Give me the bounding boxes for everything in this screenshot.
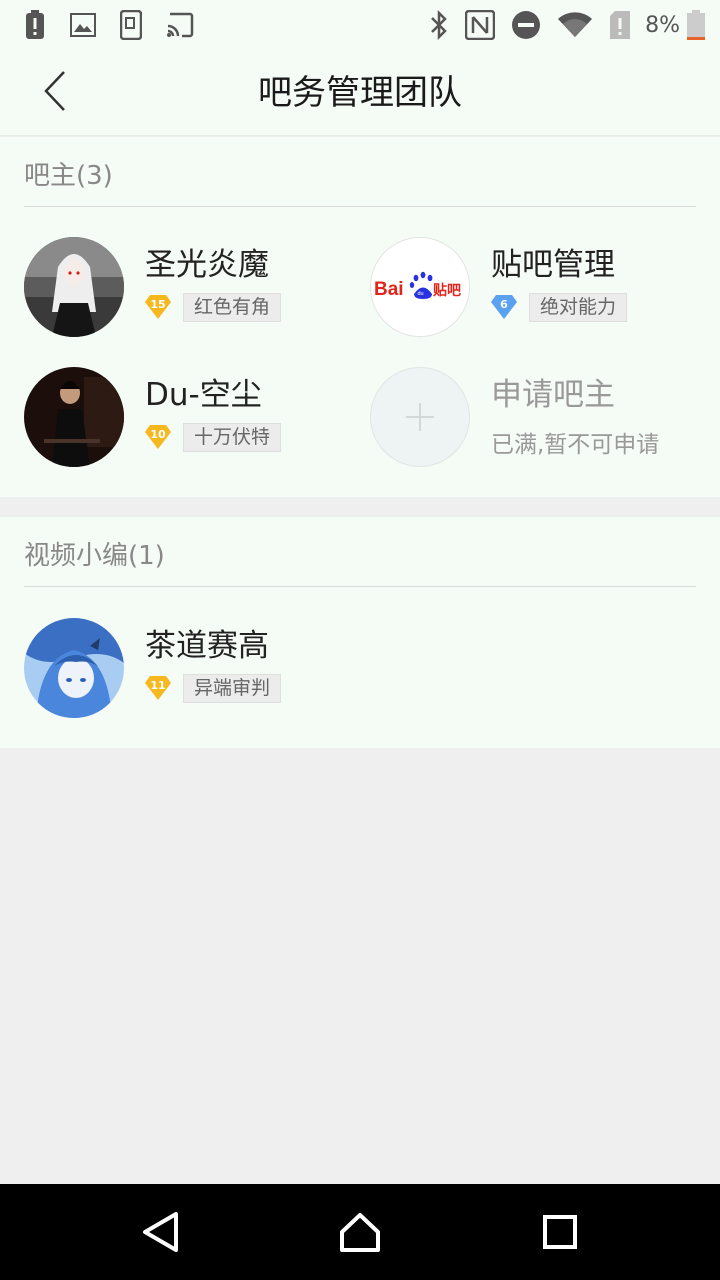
apply-owner-label[interactable]: 申请吧主 (491, 369, 615, 414)
avatar[interactable] (24, 618, 124, 718)
home-icon (338, 1210, 382, 1258)
member-title-tag: 绝对能力 (529, 293, 628, 322)
back-button[interactable] (30, 68, 80, 118)
level-badge: 11 (144, 674, 172, 702)
divider (24, 206, 696, 207)
member-name[interactable]: Du-空尘 (145, 369, 262, 414)
battery-percent: 8% (645, 12, 680, 38)
svg-text:Bai: Bai (374, 279, 404, 300)
member-item[interactable]: Bai du 贴吧 贴吧管理 6 绝对能力 (370, 237, 700, 337)
video-editors-heading: 视频小编(1) (24, 541, 165, 571)
cast-icon (166, 12, 194, 38)
wifi-icon (557, 11, 593, 39)
image-icon (70, 13, 96, 37)
avatar[interactable] (24, 237, 124, 337)
member-title-tag: 红色有角 (183, 293, 282, 322)
avatar[interactable]: Bai du 贴吧 (370, 237, 470, 337)
member-title-tag: 异端审判 (183, 674, 282, 703)
member-item[interactable]: 圣光炎魔 15 红色有角 (24, 237, 354, 337)
bluetooth-icon (429, 10, 449, 40)
svg-text:贴吧: 贴吧 (433, 282, 461, 299)
do-not-disturb-icon (511, 10, 541, 40)
chevron-left-icon (42, 70, 68, 116)
system-navigation-bar (0, 1184, 720, 1280)
baidu-tieba-logo: Bai du 贴吧 (371, 238, 469, 336)
apply-owner-item[interactable]: 申请吧主 已满,暂不可申请 (370, 367, 700, 467)
nav-home-button[interactable] (338, 1212, 382, 1256)
recents-icon (540, 1212, 580, 1256)
member-item[interactable]: Du-空尘 10 十万伏特 (24, 367, 354, 467)
level-number: 10 (150, 428, 166, 441)
member-name[interactable]: 茶道赛高 (145, 620, 269, 665)
plus-icon (371, 403, 469, 466)
back-triangle-icon (140, 1210, 180, 1258)
member-name[interactable]: 贴吧管理 (491, 239, 615, 284)
sim-alert-icon (609, 10, 631, 40)
video-editors-section: 视频小编(1) 茶道赛高 11 异端审判 (0, 517, 720, 748)
level-badge: 10 (144, 423, 172, 451)
battery-icon (686, 10, 706, 40)
member-name[interactable]: 圣光炎魔 (145, 239, 269, 284)
svg-text:du: du (418, 291, 424, 297)
page-title: 吧务管理团队 (258, 73, 462, 113)
nav-recents-button[interactable] (538, 1212, 582, 1256)
member-title-tag: 十万伏特 (183, 423, 282, 452)
battery-alert-icon (24, 10, 46, 40)
apply-owner-button[interactable] (370, 367, 470, 467)
owners-heading: 吧主(3) (24, 161, 113, 191)
apply-status: 已满,暂不可申请 (491, 432, 660, 458)
level-number: 15 (150, 298, 166, 311)
avatar[interactable] (24, 367, 124, 467)
nfc-icon (465, 10, 496, 40)
level-badge: 6 (490, 293, 518, 321)
level-number: 11 (150, 679, 166, 692)
level-number: 6 (500, 298, 508, 311)
title-bar: 吧务管理团队 (0, 50, 720, 136)
status-bar: 8% (0, 0, 720, 50)
owners-section: 吧主(3) 圣光炎魔 15 红色有角 Bai du 贴吧 贴吧管理 6 绝对能力… (0, 137, 720, 497)
divider (24, 586, 696, 587)
level-badge: 15 (144, 293, 172, 321)
screenshot-icon (120, 10, 142, 40)
nav-back-button[interactable] (138, 1212, 182, 1256)
member-item[interactable]: 茶道赛高 11 异端审判 (24, 618, 354, 718)
